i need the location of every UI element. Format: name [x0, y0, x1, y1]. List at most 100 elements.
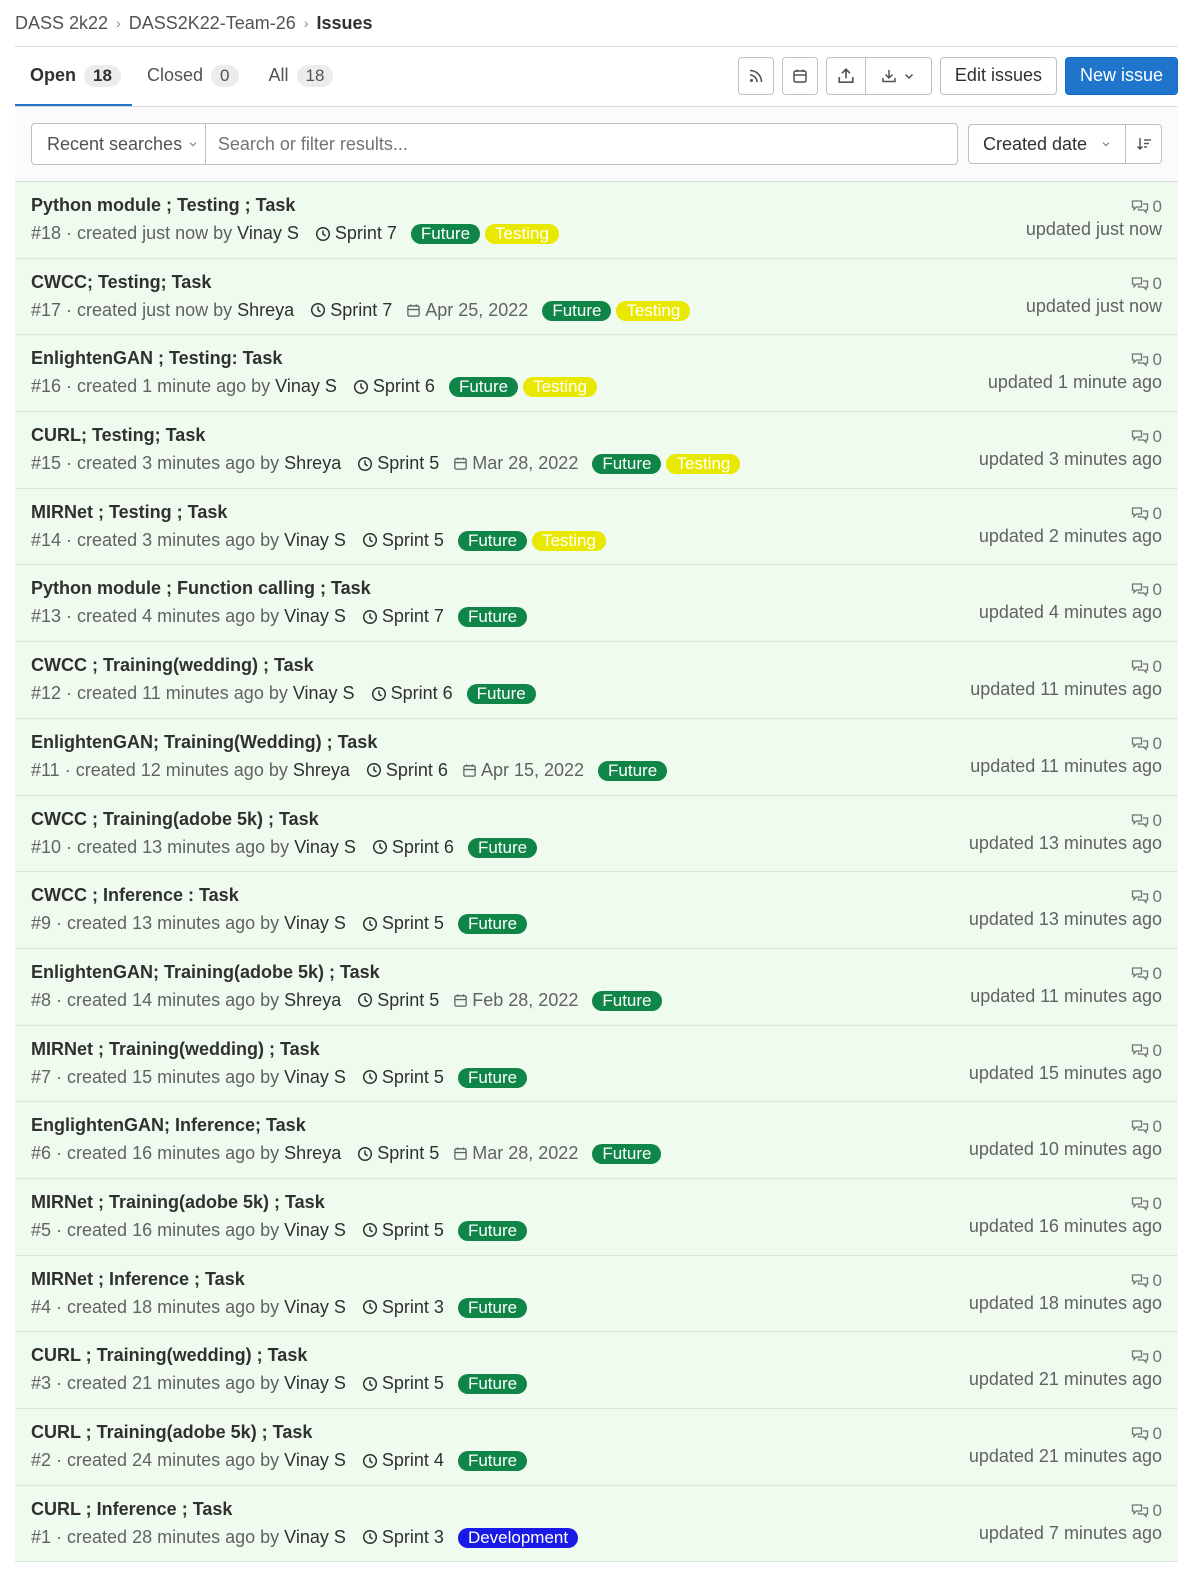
- issue-author-link[interactable]: Vinay S: [284, 1527, 346, 1548]
- issue-comments[interactable]: 0: [969, 1269, 1162, 1293]
- issue-label-badge[interactable]: Future: [457, 1374, 528, 1395]
- issue-label-badge[interactable]: Future: [457, 530, 528, 551]
- issue-comments[interactable]: 0: [969, 1115, 1162, 1139]
- issue-milestone[interactable]: Sprint 5: [362, 1220, 444, 1241]
- issue-label-badge[interactable]: Future: [542, 300, 612, 321]
- issue-comments[interactable]: 0: [988, 348, 1162, 372]
- issue-comments[interactable]: 0: [970, 962, 1162, 986]
- issue-title-link[interactable]: CURL ; Inference ; Task: [31, 1499, 232, 1520]
- issue-label-badge[interactable]: Future: [448, 377, 519, 398]
- issue-title-link[interactable]: CWCC ; Inference : Task: [31, 885, 239, 906]
- tab-closed[interactable]: Closed 0: [132, 47, 254, 106]
- issue-milestone[interactable]: Sprint 7: [315, 223, 397, 244]
- issue-milestone[interactable]: Sprint 4: [362, 1450, 444, 1471]
- issue-author-link[interactable]: Shreya: [284, 453, 341, 474]
- issue-author-link[interactable]: Vinay S: [284, 530, 346, 551]
- issue-label-badge[interactable]: Testing: [532, 530, 606, 551]
- recent-searches-dropdown[interactable]: Recent searches: [31, 123, 205, 165]
- issue-label-badge[interactable]: Future: [457, 914, 528, 935]
- issue-author-link[interactable]: Shreya: [237, 300, 294, 321]
- import-dropdown-button[interactable]: [864, 57, 931, 94]
- issue-milestone[interactable]: Sprint 6: [366, 760, 448, 781]
- tab-open[interactable]: Open 18: [15, 47, 132, 106]
- issue-comments[interactable]: 0: [979, 425, 1162, 449]
- breadcrumb-group[interactable]: DASS 2k22: [15, 13, 108, 34]
- issue-author-link[interactable]: Shreya: [284, 1143, 341, 1164]
- issue-author-link[interactable]: Vinay S: [294, 837, 356, 858]
- issue-milestone[interactable]: Sprint 5: [357, 453, 439, 474]
- search-filter-input[interactable]: [204, 123, 958, 165]
- sort-dropdown[interactable]: Created date: [968, 124, 1126, 164]
- issue-label-badge[interactable]: Testing: [523, 377, 597, 398]
- issue-author-link[interactable]: Vinay S: [237, 223, 299, 244]
- issue-comments[interactable]: 0: [1026, 272, 1162, 296]
- issue-label-badge[interactable]: Testing: [616, 300, 691, 321]
- issue-author-link[interactable]: Vinay S: [284, 1220, 346, 1241]
- issue-title-link[interactable]: MIRNet ; Training(wedding) ; Task: [31, 1039, 320, 1060]
- breadcrumb-current[interactable]: Issues: [317, 13, 373, 34]
- issue-title-link[interactable]: MIRNet ; Testing ; Task: [31, 502, 227, 523]
- issue-author-link[interactable]: Vinay S: [275, 376, 337, 397]
- issue-comments[interactable]: 0: [970, 655, 1162, 679]
- issue-milestone[interactable]: Sprint 5: [362, 530, 444, 551]
- issue-title-link[interactable]: CWCC; Testing; Task: [31, 272, 211, 293]
- sort-direction-button[interactable]: [1126, 124, 1162, 164]
- issue-label-badge[interactable]: Future: [457, 1220, 528, 1241]
- issue-title-link[interactable]: EnglightenGAN; Inference; Task: [31, 1115, 306, 1136]
- issue-author-link[interactable]: Vinay S: [284, 606, 346, 627]
- issue-milestone[interactable]: Sprint 6: [372, 837, 454, 858]
- issue-title-link[interactable]: MIRNet ; Training(adobe 5k) ; Task: [31, 1192, 325, 1213]
- issue-label-badge[interactable]: Future: [457, 1451, 528, 1471]
- issue-title-link[interactable]: CWCC ; Training(wedding) ; Task: [31, 655, 314, 676]
- issue-milestone[interactable]: Sprint 3: [362, 1297, 444, 1318]
- issue-author-link[interactable]: Vinay S: [284, 1450, 346, 1471]
- issue-author-link[interactable]: Shreya: [284, 990, 341, 1011]
- issue-title-link[interactable]: CURL; Testing; Task: [31, 425, 205, 446]
- issue-comments[interactable]: 0: [979, 502, 1162, 526]
- issue-label-badge[interactable]: Testing: [666, 454, 741, 475]
- issue-title-link[interactable]: Python module ; Function calling ; Task: [31, 578, 371, 599]
- issue-comments[interactable]: 0: [969, 1422, 1162, 1446]
- issue-label-badge[interactable]: Development: [457, 1527, 579, 1548]
- issue-comments[interactable]: 0: [969, 809, 1162, 833]
- issue-title-link[interactable]: Python module ; Testing ; Task: [31, 195, 295, 216]
- issue-comments[interactable]: 0: [969, 1192, 1162, 1216]
- issue-label-badge[interactable]: Future: [466, 684, 536, 705]
- edit-issues-button[interactable]: Edit issues: [939, 56, 1057, 95]
- issue-title-link[interactable]: CURL ; Training(adobe 5k) ; Task: [31, 1422, 312, 1443]
- issue-label-badge[interactable]: Testing: [485, 224, 559, 244]
- issue-title-link[interactable]: EnlightenGAN; Training(Wedding) ; Task: [31, 732, 377, 753]
- issue-comments[interactable]: 0: [1026, 195, 1162, 219]
- export-button[interactable]: [827, 58, 865, 94]
- issue-milestone[interactable]: Sprint 6: [371, 683, 453, 704]
- issue-author-link[interactable]: Vinay S: [284, 1297, 346, 1318]
- issue-milestone[interactable]: Sprint 6: [353, 376, 435, 397]
- issue-title-link[interactable]: MIRNet ; Inference ; Task: [31, 1269, 245, 1290]
- issue-title-link[interactable]: EnlightenGAN; Training(adobe 5k) ; Task: [31, 962, 380, 983]
- calendar-subscribe-button[interactable]: [781, 56, 818, 95]
- issue-milestone[interactable]: Sprint 5: [362, 1067, 444, 1088]
- issue-label-badge[interactable]: Future: [467, 837, 538, 858]
- issue-title-link[interactable]: EnlightenGAN ; Testing: Task: [31, 348, 282, 369]
- issue-label-badge[interactable]: Future: [592, 454, 662, 475]
- issue-author-link[interactable]: Shreya: [293, 760, 350, 781]
- issue-comments[interactable]: 0: [969, 1345, 1162, 1369]
- issue-title-link[interactable]: CURL ; Training(wedding) ; Task: [31, 1345, 307, 1366]
- issue-label-badge[interactable]: Future: [592, 1144, 662, 1165]
- issue-milestone[interactable]: Sprint 5: [357, 990, 439, 1011]
- rss-button[interactable]: [737, 56, 774, 95]
- new-issue-button[interactable]: New issue: [1064, 56, 1178, 95]
- issue-comments[interactable]: 0: [970, 732, 1162, 756]
- issue-comments[interactable]: 0: [969, 1039, 1162, 1063]
- issue-comments[interactable]: 0: [969, 885, 1162, 909]
- issue-author-link[interactable]: Vinay S: [293, 683, 355, 704]
- issue-milestone[interactable]: Sprint 3: [362, 1527, 444, 1548]
- issue-milestone[interactable]: Sprint 5: [362, 1373, 444, 1394]
- issue-author-link[interactable]: Vinay S: [284, 913, 346, 934]
- issue-label-badge[interactable]: Future: [457, 1297, 528, 1318]
- issue-comments[interactable]: 0: [979, 578, 1162, 602]
- issue-label-badge[interactable]: Future: [457, 607, 528, 628]
- issue-comments[interactable]: 0: [979, 1499, 1162, 1523]
- issue-label-badge[interactable]: Future: [592, 990, 662, 1011]
- issue-milestone[interactable]: Sprint 7: [362, 606, 444, 627]
